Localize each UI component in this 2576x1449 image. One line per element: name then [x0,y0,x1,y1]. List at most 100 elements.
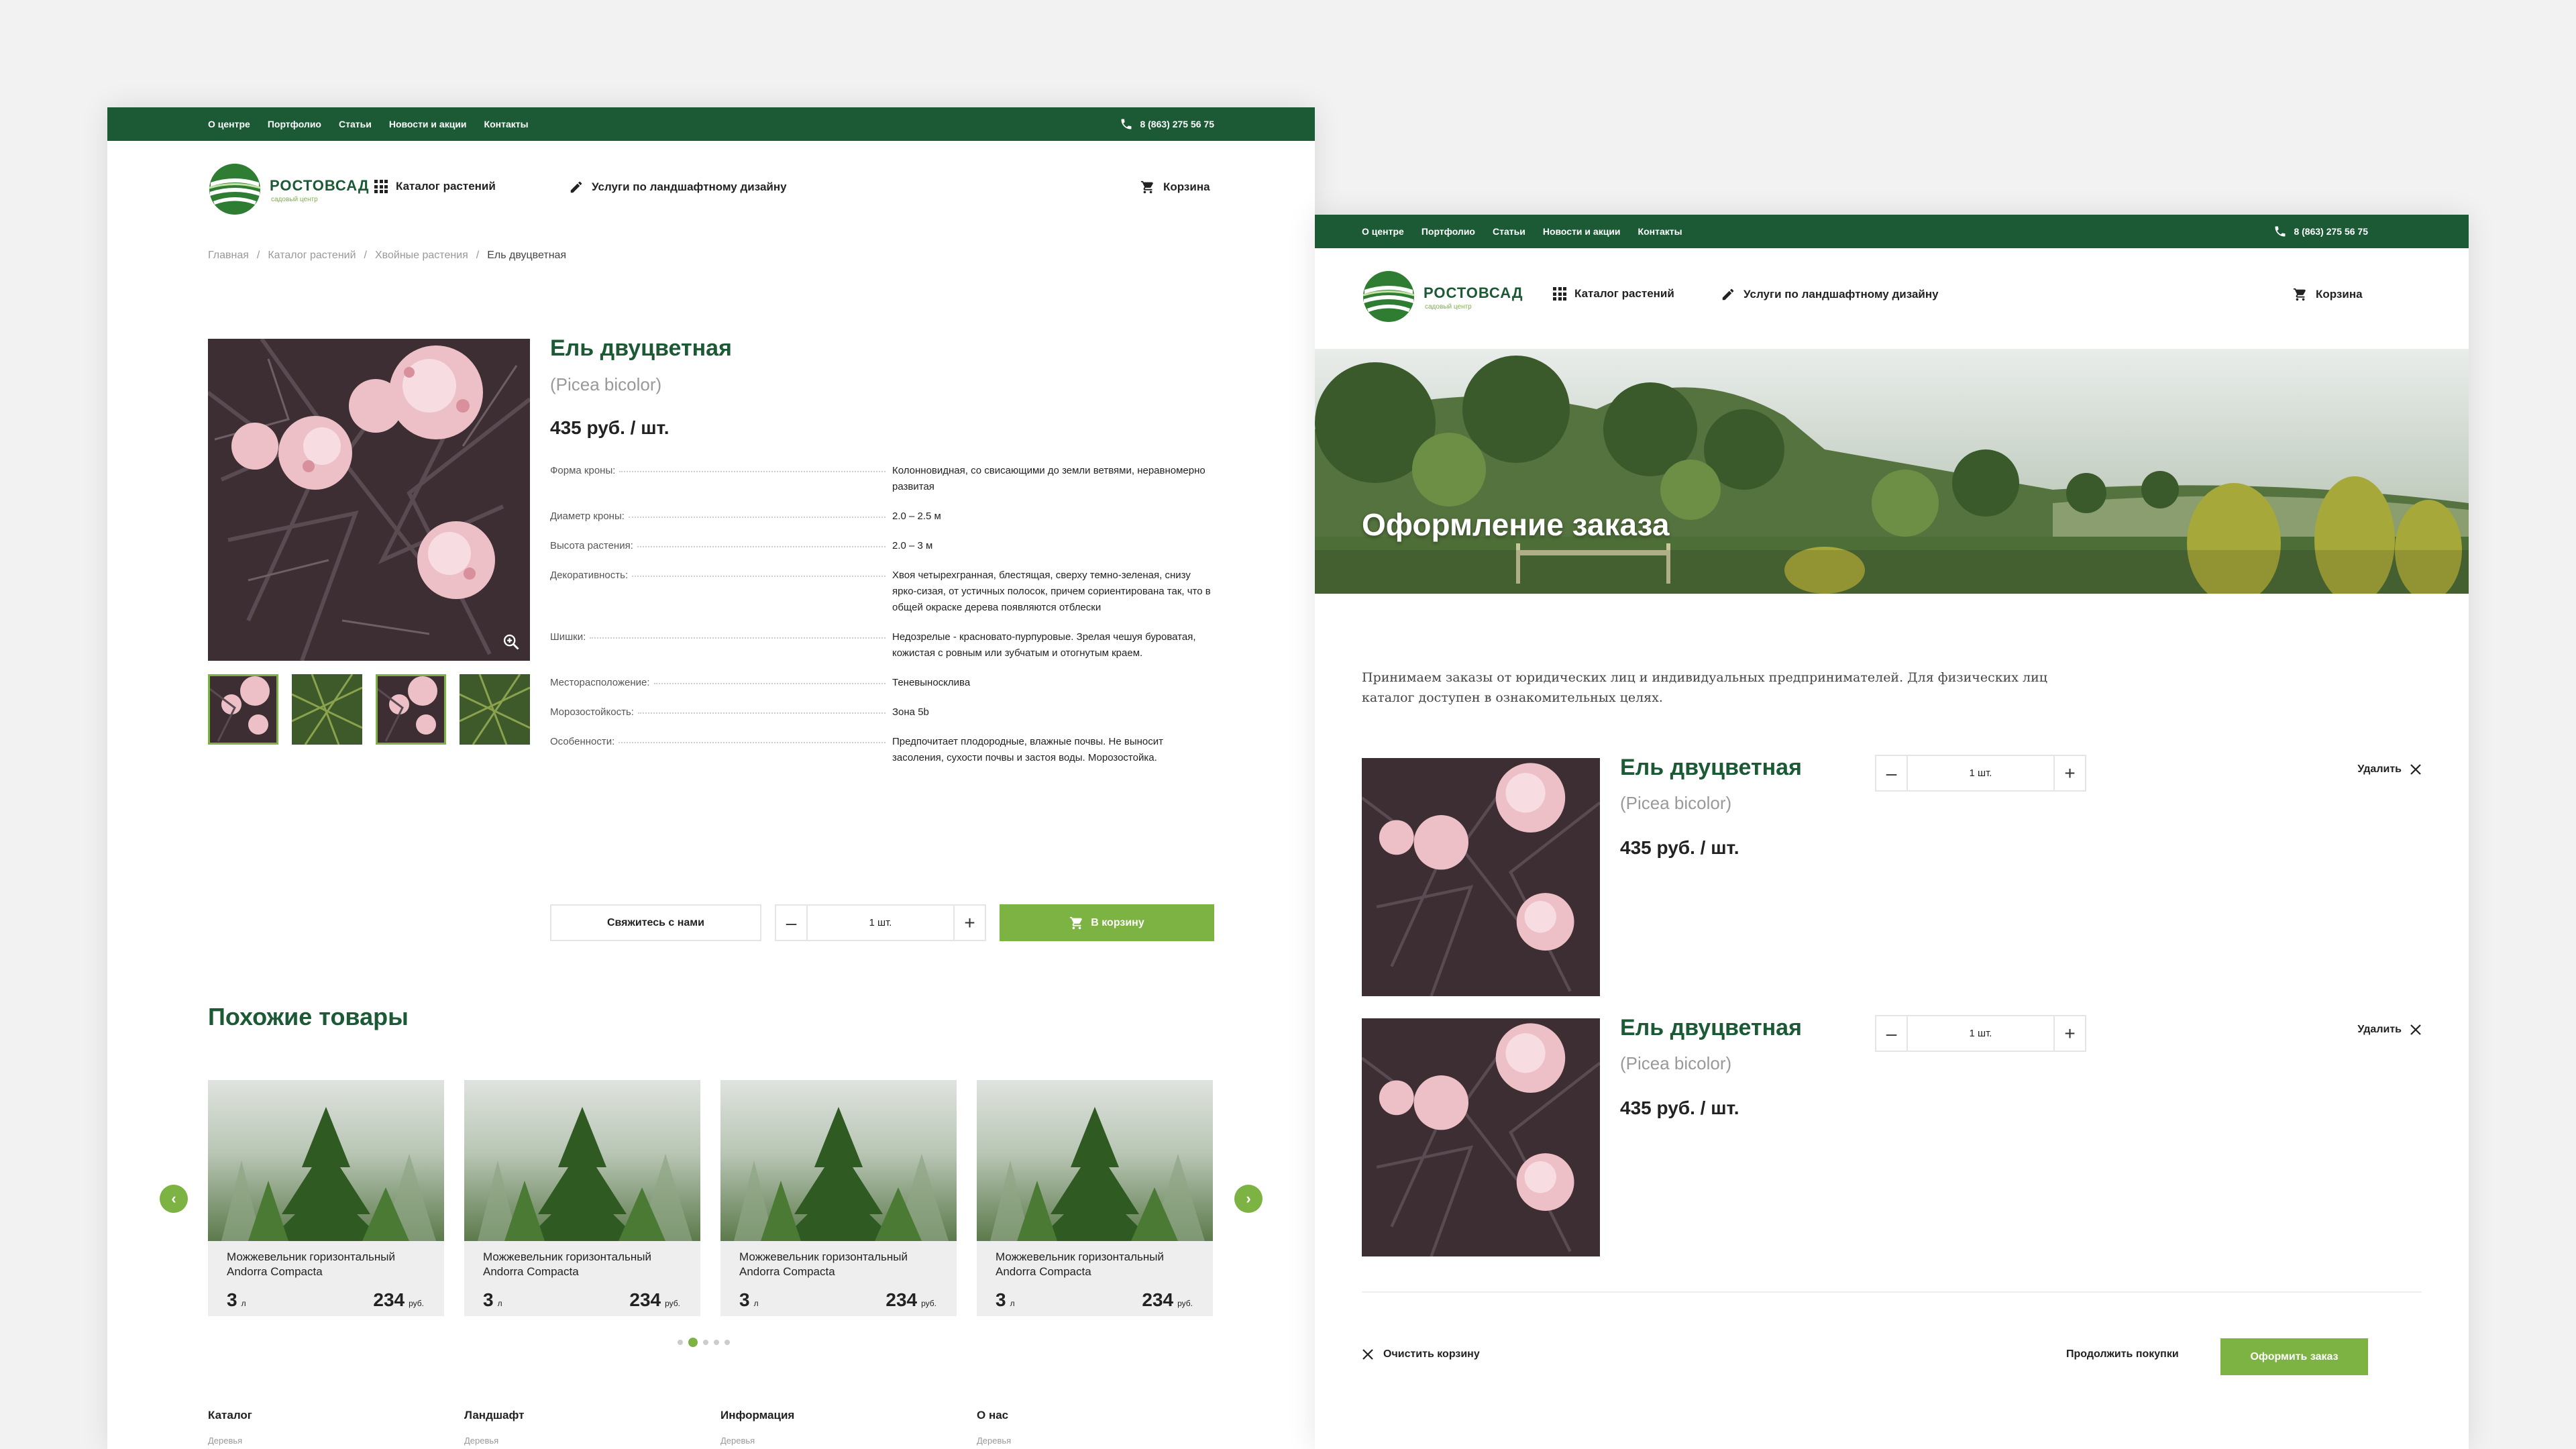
close-icon [2410,1024,2422,1036]
logo-name: РОСТОВСАД [270,177,370,194]
delete-item-button[interactable]: Удалить [2357,1024,2422,1036]
cart-item-latin: (Picea bicolor) [1620,793,1732,813]
logo-subtitle: садовый центр [1425,303,1472,311]
catalog-link[interactable]: Каталог растений [374,180,496,193]
product-card-image [464,1080,700,1241]
cart-item-price: 435 руб. / шт. [1620,1097,1739,1118]
zoom-icon[interactable] [502,633,521,651]
cart-item-price: 435 руб. / шт. [1620,837,1739,858]
product-card-image [208,1080,444,1241]
cart-item-title: Ель двуцветная [1620,1015,1802,1040]
cart-item-image[interactable] [1362,758,1600,996]
quantity-value[interactable]: 1 шт. [1907,756,2055,790]
order-notice: Принимаем заказы от юридических лиц и ин… [1362,670,2047,705]
breadcrumb-catalog[interactable]: Каталог растений [268,250,356,262]
catalog-label: Каталог растений [1574,287,1674,300]
decrease-button[interactable]: – [1876,763,1907,784]
product-card-volume: 3л [227,1289,246,1310]
product-card[interactable]: Можжевельник горизонтальный Andorra Comp… [720,1080,957,1316]
breadcrumb-conifers[interactable]: Хвойные растения [375,250,468,262]
spec-row: Месторасположение: Теневыносклива [550,675,1214,691]
site-logo[interactable]: РОСТОВСАД садовый центр [208,162,369,216]
decrease-button[interactable]: – [776,912,806,934]
increase-button[interactable]: + [2055,763,2085,784]
spec-list: Форма кроны: Колонновидная, со свисающими… [550,463,1214,766]
footer-column: О нас Деревья [977,1409,1012,1446]
thumbnail[interactable] [460,674,530,745]
continue-shopping-link[interactable]: Продолжить покупки [2066,1348,2179,1360]
cart-icon [1140,180,1155,195]
carousel-dot[interactable] [724,1340,730,1345]
top-nav-news[interactable]: Новости и акции [1543,226,1621,237]
top-nav-portfolio[interactable]: Портфолио [1421,226,1475,237]
top-nav-about[interactable]: О центре [208,119,250,129]
phone-number: 8 (863) 275 56 75 [2294,226,2368,237]
site-header: РОСТОВСАД садовый центр Каталог растений… [107,141,1315,241]
top-nav-articles[interactable]: Статьи [339,119,372,129]
top-nav-about[interactable]: О центре [1362,226,1404,237]
site-logo[interactable]: РОСТОВСАД садовый центр [1362,270,1523,323]
phone-link[interactable]: 8 (863) 275 56 75 [1120,107,1214,141]
top-nav-articles[interactable]: Статьи [1493,226,1525,237]
cart-label: Корзина [1163,180,1210,193]
site-header: РОСТОВСАД садовый центр Каталог растений… [1315,248,2469,349]
increase-button[interactable]: + [2055,1023,2085,1044]
product-card[interactable]: Можжевельник горизонтальный Andorra Comp… [208,1080,444,1316]
carousel-dot[interactable] [714,1340,719,1345]
services-link[interactable]: Услуги по ландшафтному дизайну [1721,287,1939,302]
top-nav-news[interactable]: Новости и акции [389,119,467,129]
similar-products-title: Похожие товары [208,1003,409,1030]
delete-item-button[interactable]: Удалить [2357,763,2422,775]
order-page-window: О центре Портфолио Статьи Новости и акци… [1315,215,2469,1449]
product-card[interactable]: Можжевельник горизонтальный Andorra Comp… [464,1080,700,1316]
thumbnail[interactable] [376,674,446,745]
quantity-value[interactable]: 1 шт. [806,906,955,940]
increase-button[interactable]: + [955,912,985,934]
site-footer: Каталог Деревья Ландшафт Деревья Информаци… [208,1409,1233,1446]
spec-row: Диаметр кроны: 2.0 – 2.5 м [550,508,1214,525]
product-card-price: 234 руб. [373,1289,424,1310]
cart-item: Ель двуцветная (Picea bicolor) 435 руб. … [1362,1015,2422,1256]
top-nav-contacts[interactable]: Контакты [484,119,529,129]
spec-row: Морозостойкость: Зона 5b [550,704,1214,720]
clear-cart-button[interactable]: Очистить корзину [1362,1348,1480,1360]
phone-link[interactable]: 8 (863) 275 56 75 [2273,215,2368,248]
breadcrumb-home[interactable]: Главная [208,250,249,262]
cart-link[interactable]: Корзина [2293,287,2363,302]
spec-row: Высота растения: 2.0 – 3 м [550,538,1214,554]
contact-us-button[interactable]: Свяжитесь с нами [550,904,761,941]
top-nav-contacts[interactable]: Контакты [1638,226,1682,237]
chevron-left-icon[interactable]: ‹ [160,1185,188,1213]
cart-item-image[interactable] [1362,1018,1600,1256]
product-card-image [977,1080,1213,1241]
thumbnail[interactable] [208,674,278,745]
carousel-dot[interactable] [678,1340,683,1345]
product-main-image[interactable] [208,339,530,661]
quantity-stepper: – 1 шт. + [1875,1015,2086,1052]
top-nav-portfolio[interactable]: Портфолио [268,119,321,129]
hero-title: Оформление заказа [1362,507,1670,542]
logo-mark-icon [208,162,262,216]
product-card-volume: 3л [996,1289,1015,1310]
divider [1362,1291,2422,1293]
quantity-stepper: – 1 шт. + [1875,755,2086,792]
carousel-pagination [678,1338,730,1347]
carousel-dot-active[interactable] [688,1338,698,1347]
decrease-button[interactable]: – [1876,1023,1907,1044]
product-card-volume: 3л [483,1289,502,1310]
top-nav: О центре Портфолио Статьи Новости и акци… [1362,215,1682,248]
cart-link[interactable]: Корзина [1140,180,1210,195]
product-card-title: Можжевельник горизонтальный Andorra Comp… [227,1250,395,1278]
product-card[interactable]: Можжевельник горизонтальный Andorra Comp… [977,1080,1213,1316]
services-link[interactable]: Услуги по ландшафтному дизайну [569,180,787,195]
add-to-cart-button[interactable]: В корзину [1000,904,1214,941]
product-card-title: Можжевельник горизонтальный Andorra Comp… [483,1250,651,1278]
quantity-value[interactable]: 1 шт. [1907,1016,2055,1051]
checkout-button[interactable]: Оформить заказ [2220,1338,2368,1375]
catalog-link[interactable]: Каталог растений [1553,287,1674,301]
services-label: Услуги по ландшафтному дизайну [592,180,787,193]
chevron-right-icon[interactable]: › [1234,1185,1263,1213]
carousel-dot[interactable] [703,1340,708,1345]
thumbnail[interactable] [292,674,362,745]
hero-banner: Оформление заказа [1315,349,2469,594]
